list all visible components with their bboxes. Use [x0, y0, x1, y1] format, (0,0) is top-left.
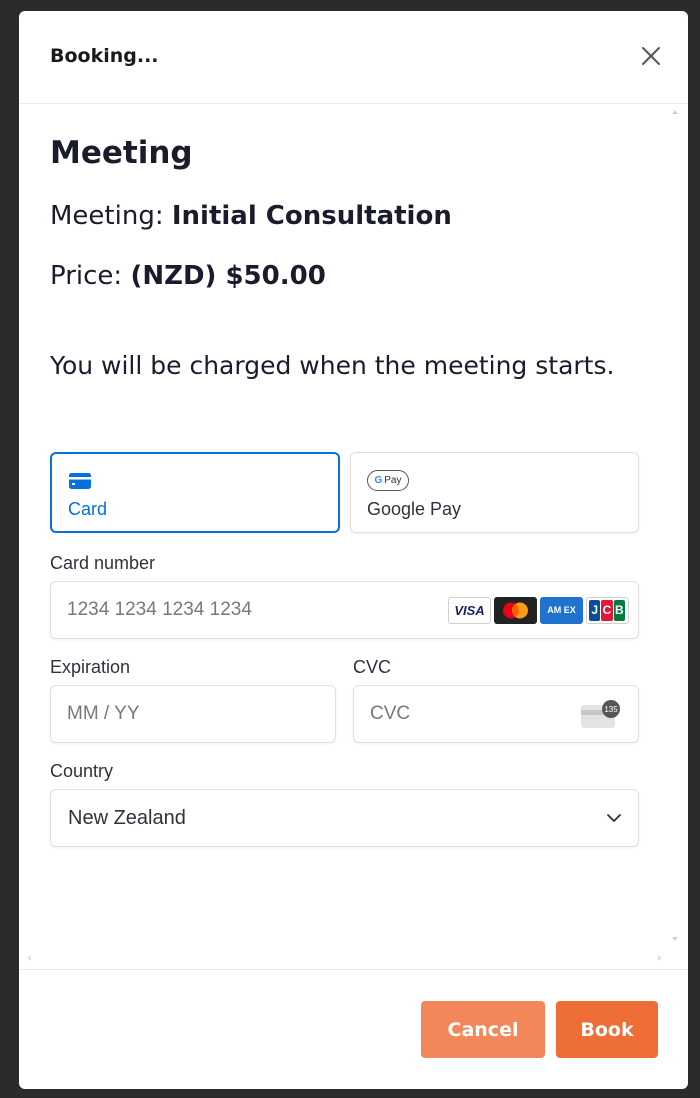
tab-card[interactable]: Card: [50, 452, 340, 533]
cvc-field: 135: [353, 685, 639, 743]
modal-footer: Cancel Book: [19, 969, 688, 1089]
card-number-field: VISA AM EX JCB: [50, 581, 639, 639]
tab-google-pay-label: Google Pay: [367, 499, 462, 519]
visa-icon: VISA: [448, 597, 491, 624]
jcb-j: J: [589, 600, 601, 621]
tab-google-pay[interactable]: G Pay Google Pay: [350, 452, 639, 533]
meeting-name: Initial Consultation: [171, 201, 452, 231]
expiration-label: Expiration: [50, 657, 131, 677]
credit-card-icon: [69, 473, 91, 489]
section-title: Meeting: [50, 135, 193, 171]
expiration-input[interactable]: [51, 686, 335, 742]
country-label: Country: [50, 761, 114, 781]
booking-modal: Booking... Meeting Meeting: Initial Cons…: [19, 11, 688, 1089]
price-info: Price: (NZD) $50.00: [50, 261, 326, 291]
close-icon[interactable]: [638, 43, 664, 69]
google-pay-icon: G Pay: [367, 470, 409, 491]
jcb-b: B: [613, 600, 625, 621]
price-value: (NZD) $50.00: [130, 261, 326, 291]
chevron-down-icon: [607, 814, 621, 822]
country-value: New Zealand: [68, 807, 186, 829]
price-label: Price:: [50, 261, 123, 291]
mastercard-icon: [494, 597, 537, 624]
card-number-label: Card number: [50, 553, 156, 573]
card-brands: VISA AM EX JCB: [448, 597, 629, 624]
book-button[interactable]: Book: [556, 1001, 658, 1058]
scroll-left-arrow[interactable]: [27, 955, 31, 961]
scroll-right-arrow[interactable]: [658, 955, 662, 961]
cvc-label: CVC: [353, 657, 392, 677]
gpay-text: Pay: [384, 475, 402, 486]
gpay-g: G: [374, 475, 383, 486]
jcb-icon: JCB: [586, 597, 629, 624]
expiration-field: [50, 685, 336, 743]
cvc-badge-text: 135: [604, 705, 618, 714]
jcb-c: C: [601, 600, 613, 621]
country-select[interactable]: New Zealand: [50, 789, 639, 847]
scroll-up-arrow[interactable]: [672, 110, 678, 114]
tab-card-label: Card: [68, 499, 108, 519]
amex-icon: AM EX: [540, 597, 583, 624]
cancel-button[interactable]: Cancel: [421, 1001, 545, 1058]
meeting-info: Meeting: Initial Consultation: [50, 201, 452, 231]
modal-header: Booking...: [19, 11, 688, 104]
cvc-card-icon: 135: [581, 700, 620, 728]
meeting-label: Meeting:: [50, 201, 164, 231]
modal-title: Booking...: [50, 45, 159, 67]
scroll-down-arrow[interactable]: [672, 937, 678, 941]
charge-note: You will be charged when the meeting sta…: [50, 351, 615, 380]
